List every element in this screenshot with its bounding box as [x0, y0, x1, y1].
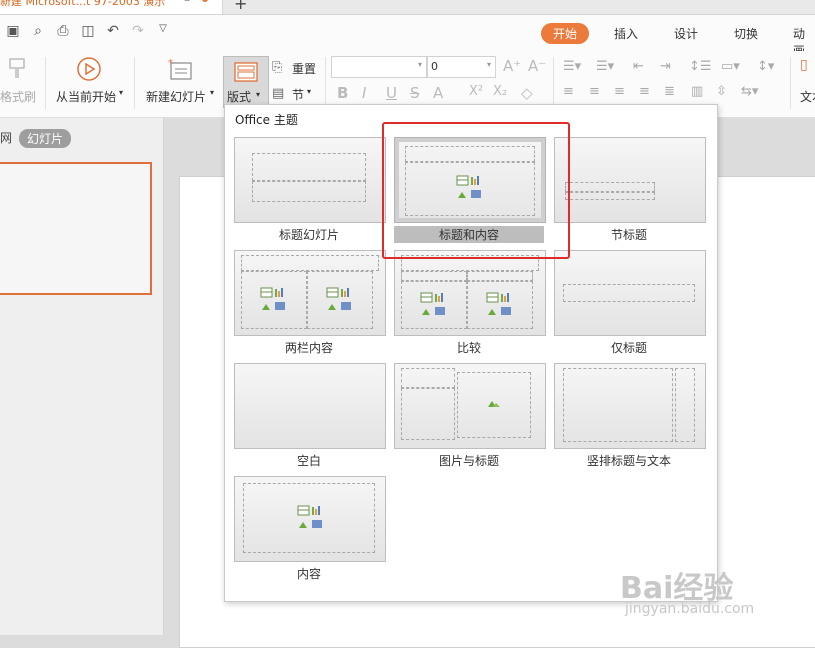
content-placeholder-icon	[260, 287, 285, 310]
reset-button[interactable]: 重置	[292, 60, 316, 77]
new-tab-button[interactable]: +	[234, 0, 247, 13]
svg-text:*: *	[168, 58, 173, 69]
bold-icon[interactable]: B	[337, 84, 348, 102]
reset-icon: ⎘	[272, 60, 283, 75]
play-from-current-icon	[77, 57, 101, 81]
justify-icon[interactable]: ≡	[639, 84, 650, 99]
content-placeholder-icon	[326, 287, 351, 310]
layout-content[interactable]	[234, 476, 386, 562]
distribute-icon[interactable]: ≣	[664, 84, 675, 99]
layout-button[interactable]: 版式 ▾	[223, 56, 269, 108]
text-spacing-icon[interactable]: ⇆▾	[741, 84, 758, 99]
content-placeholder-icon	[486, 292, 511, 315]
slides-pane: 网 幻灯片	[0, 118, 164, 635]
document-tab-strip: 新建 Microsoft...t 97-2003 演示 ⌂ +	[0, 0, 815, 15]
layout-section-header[interactable]	[554, 137, 706, 223]
layout-icon	[234, 62, 258, 82]
content-placeholder-icon	[297, 505, 322, 528]
layout-title-only[interactable]	[554, 250, 706, 336]
underline-icon[interactable]: U	[386, 84, 397, 102]
columns-icon[interactable]: ▥	[691, 84, 703, 99]
layout-blank-label[interactable]: 空白	[234, 452, 384, 469]
section-icon: ▤	[272, 86, 285, 101]
new-slide-button[interactable]: 新建幻灯片	[146, 88, 206, 105]
format-painter-icon	[9, 58, 25, 78]
baidu-watermark-url: jingyan.baidu.com	[625, 601, 755, 617]
layout-two-content-label[interactable]: 两栏内容	[234, 339, 384, 356]
layout-vertical-title-and-text-label[interactable]: 竖排标题与文本	[554, 452, 704, 469]
strikethrough-icon[interactable]: S	[410, 84, 420, 102]
tab-insert[interactable]: 插入	[614, 25, 638, 42]
search-icon[interactable]: ⌕	[29, 23, 47, 39]
numbered-list-icon[interactable]: ☰▾	[596, 59, 614, 74]
layout-blank[interactable]	[234, 363, 386, 449]
font-color-icon[interactable]: A	[433, 84, 443, 102]
superscript-icon[interactable]: X²	[469, 84, 483, 99]
clear-format-icon[interactable]: ◇	[521, 84, 533, 102]
save-icon[interactable]: ▣	[4, 23, 22, 39]
tab-design[interactable]: 设计	[674, 25, 698, 42]
from-current-button[interactable]: 从当前开始	[56, 88, 116, 105]
picture-placeholder-icon	[488, 401, 500, 407]
align-left-icon[interactable]: ≡	[563, 84, 574, 99]
format-painter-button[interactable]: 格式刷	[0, 88, 36, 105]
selection-highlight	[382, 122, 570, 259]
align-right-icon[interactable]: ≡	[614, 84, 625, 99]
layout-vertical-title-and-text[interactable]	[554, 363, 706, 449]
layout-title-slide[interactable]	[234, 137, 386, 223]
tab-transition[interactable]: 切换	[734, 25, 758, 42]
unsaved-dot-icon	[202, 0, 208, 2]
align-center-icon[interactable]: ≡	[589, 84, 600, 99]
redo-icon[interactable]: ↷	[129, 23, 147, 39]
layout-picture-with-caption-label[interactable]: 图片与标题	[394, 452, 544, 469]
more-icon[interactable]: ▽	[154, 23, 172, 34]
tab-home[interactable]: 开始	[541, 23, 590, 44]
increase-indent-icon[interactable]: ⇥	[660, 59, 671, 74]
layout-comparison[interactable]	[394, 250, 546, 336]
align-text-icon[interactable]: ↕▾	[757, 59, 774, 74]
shrink-font-icon[interactable]: A⁻	[528, 57, 546, 75]
layout-two-content[interactable]	[234, 250, 386, 336]
textbox-icon: ▯	[800, 57, 808, 73]
layout-section-header-label[interactable]: 节标题	[554, 226, 704, 243]
font-size-value: 0	[431, 60, 438, 73]
layout-title-slide-label[interactable]: 标题幻灯片	[234, 226, 384, 243]
content-placeholder-icon	[420, 292, 445, 315]
document-tab-title: 新建 Microsoft...t 97-2003 演示	[0, 0, 166, 8]
undo-icon[interactable]: ↶	[104, 23, 122, 39]
dropdown-title: Office 主题	[235, 113, 298, 127]
bullet-list-icon[interactable]: ☰▾	[563, 59, 581, 74]
italic-icon[interactable]: I	[362, 84, 366, 102]
document-tab[interactable]: 新建 Microsoft...t 97-2003 演示 ⌂	[0, 0, 223, 14]
slide-thumbnail[interactable]	[0, 162, 152, 295]
text-direction-icon[interactable]: ▭▾	[721, 59, 740, 74]
section-button[interactable]: 节	[292, 86, 304, 103]
print-icon[interactable]: ⎙	[54, 23, 72, 39]
new-slide-icon: *	[168, 58, 192, 80]
layout-title-only-label[interactable]: 仅标题	[554, 339, 704, 356]
textbox-button[interactable]: 文本	[800, 88, 815, 105]
tab-slides[interactable]: 幻灯片	[19, 129, 72, 148]
font-name-select[interactable]: ▾	[331, 56, 427, 78]
layout-comparison-label[interactable]: 比较	[394, 339, 544, 356]
layout-picture-with-caption[interactable]	[394, 363, 546, 449]
decrease-indent-icon[interactable]: ⇤	[633, 59, 644, 74]
pin-icon[interactable]: ⌂	[184, 0, 190, 4]
layout-content-label[interactable]: 内容	[234, 565, 384, 582]
line-spacing-icon[interactable]: ↕☰	[689, 59, 712, 74]
font-size-select[interactable]: 0 ▾	[427, 56, 496, 78]
tab-outline[interactable]: 网	[0, 129, 12, 146]
preview-icon[interactable]: ◫	[79, 23, 97, 39]
quick-access-toolbar: ▣ ⌕ ⎙ ◫ ↶ ↷ ▽ 开始 插入 设计 切换 动画	[0, 15, 815, 58]
grow-font-icon[interactable]: A⁺	[503, 57, 521, 75]
subscript-icon[interactable]: X₂	[493, 84, 507, 99]
layout-label: 版式	[227, 90, 252, 104]
vertical-align-icon[interactable]: ⇳	[716, 84, 727, 99]
